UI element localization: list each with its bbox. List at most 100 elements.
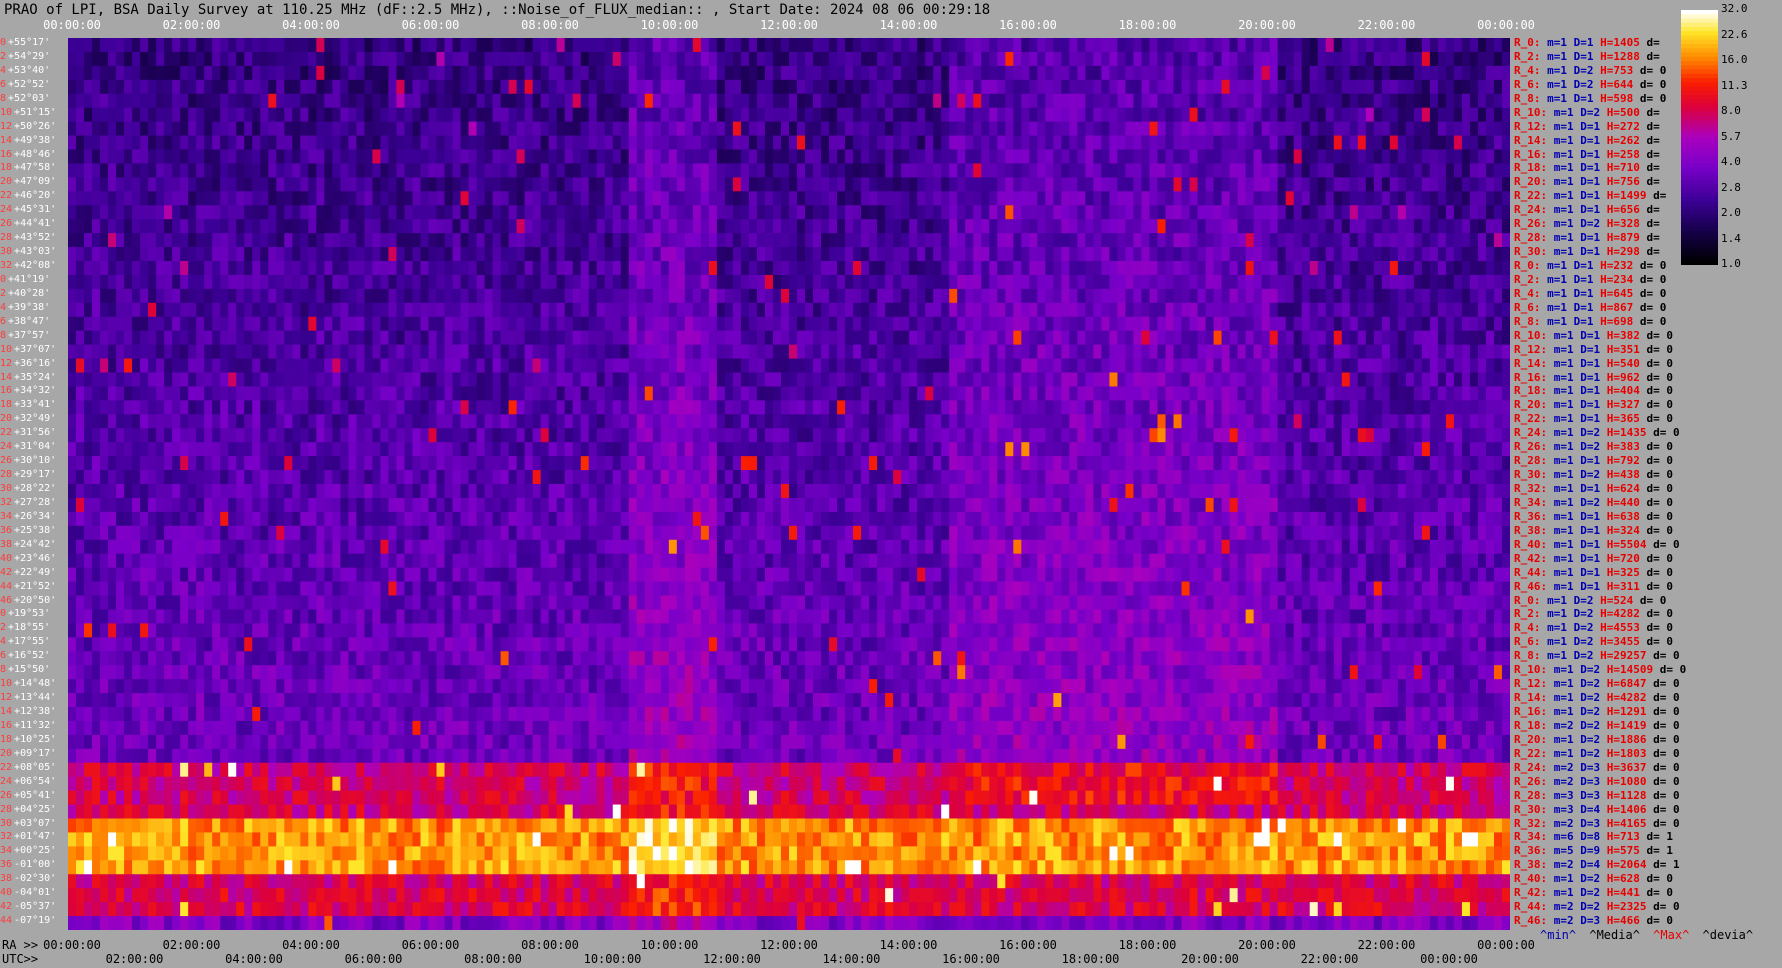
heatmap-cell bbox=[724, 135, 734, 150]
heatmap-cell bbox=[1477, 93, 1487, 109]
heatmap-cell bbox=[380, 93, 389, 109]
heatmap-cell bbox=[132, 121, 141, 137]
heatmap-cell bbox=[821, 400, 830, 415]
heatmap-cell bbox=[1341, 177, 1351, 192]
heatmap-cell bbox=[1453, 93, 1463, 109]
heatmap-cell bbox=[1157, 51, 1167, 67]
heatmap-cell bbox=[180, 38, 189, 53]
heatmap-cell bbox=[748, 274, 758, 290]
heatmap-cell bbox=[1429, 79, 1439, 95]
heatmap-cell bbox=[1461, 302, 1471, 318]
heatmap-cell bbox=[420, 344, 429, 360]
heatmap-cell bbox=[1325, 233, 1335, 248]
heatmap-cell bbox=[869, 274, 878, 290]
heatmap-cell bbox=[1053, 79, 1062, 95]
heatmap-cell bbox=[837, 205, 846, 220]
heatmap-cell bbox=[700, 233, 710, 248]
heatmap-cell bbox=[1237, 316, 1247, 332]
heatmap-cell bbox=[476, 344, 486, 360]
heatmap-cell bbox=[1461, 79, 1471, 95]
heatmap-cell bbox=[476, 93, 486, 109]
heatmap-cell bbox=[1469, 274, 1479, 290]
heatmap-cell bbox=[444, 330, 454, 346]
heatmap-cell bbox=[460, 372, 470, 387]
heatmap-cell bbox=[612, 163, 622, 178]
heatmap-cell bbox=[1301, 233, 1311, 248]
heatmap-cell bbox=[764, 205, 774, 220]
heatmap-cell bbox=[180, 191, 189, 206]
heatmap-cell bbox=[764, 51, 774, 67]
heatmap-cell bbox=[116, 330, 125, 346]
heatmap-cell bbox=[84, 288, 93, 304]
heatmap-cell bbox=[989, 233, 998, 248]
heatmap-cell bbox=[1061, 177, 1070, 192]
heatmap-cell bbox=[789, 219, 798, 234]
heatmap-cell bbox=[877, 274, 886, 290]
heatmap-cell bbox=[268, 247, 277, 262]
heatmap-cell bbox=[1245, 79, 1255, 95]
heatmap-cell bbox=[580, 274, 590, 290]
heatmap-cell bbox=[845, 316, 854, 332]
heatmap-cell bbox=[524, 274, 534, 290]
heatmap-cell bbox=[1333, 205, 1343, 220]
heatmap-cell bbox=[1477, 79, 1487, 95]
heatmap-cell bbox=[1053, 274, 1062, 290]
heatmap-cell bbox=[708, 386, 718, 401]
heatmap-cell bbox=[1437, 233, 1447, 248]
heatmap-cell bbox=[292, 79, 301, 95]
heatmap-cell bbox=[364, 302, 373, 318]
heatmap-cell bbox=[188, 79, 197, 95]
heatmap-cell bbox=[957, 121, 966, 137]
heatmap-cell bbox=[981, 330, 990, 346]
heatmap-cell bbox=[148, 177, 157, 192]
heatmap-cell bbox=[1341, 274, 1351, 290]
heatmap-cell bbox=[460, 344, 470, 360]
heatmap-cell bbox=[901, 372, 910, 387]
heatmap-cell bbox=[1253, 358, 1263, 373]
heatmap-cell bbox=[1141, 93, 1150, 109]
heatmap-cell bbox=[92, 386, 101, 401]
heatmap-cell bbox=[220, 344, 229, 360]
heatmap-cell bbox=[564, 219, 574, 234]
heatmap-cell bbox=[236, 233, 245, 248]
heatmap-cell bbox=[308, 163, 317, 178]
heatmap-cell bbox=[68, 400, 77, 415]
heatmap-cell bbox=[1405, 191, 1415, 206]
heatmap-cell bbox=[756, 386, 766, 401]
heatmap-cell bbox=[925, 274, 934, 290]
heatmap-cell bbox=[772, 93, 782, 109]
heatmap-cell bbox=[1421, 400, 1431, 415]
heatmap-cell bbox=[1333, 233, 1343, 248]
heatmap-cell bbox=[692, 330, 702, 346]
heatmap-cell bbox=[308, 247, 317, 262]
heatmap-cell bbox=[380, 233, 389, 248]
heatmap-cell bbox=[949, 65, 958, 81]
heatmap-cell bbox=[1157, 38, 1167, 53]
heatmap-cell bbox=[412, 51, 421, 67]
heatmap-cell bbox=[877, 177, 886, 192]
heatmap-cell bbox=[372, 51, 381, 67]
heatmap-cell bbox=[148, 233, 157, 248]
heatmap-cell bbox=[316, 316, 325, 332]
heatmap-cell bbox=[540, 316, 550, 332]
heatmap-cell bbox=[132, 261, 141, 276]
heatmap-cell bbox=[1285, 302, 1295, 318]
heatmap-cell bbox=[837, 177, 846, 192]
heatmap-cell bbox=[1053, 247, 1062, 262]
heatmap-cell bbox=[1285, 358, 1295, 373]
heatmap-cell bbox=[300, 302, 309, 318]
heatmap-cell bbox=[957, 247, 966, 262]
heatmap-cell bbox=[756, 149, 766, 164]
heatmap-cell bbox=[444, 38, 454, 53]
heatmap-cell bbox=[1317, 274, 1327, 290]
heatmap-cell bbox=[949, 316, 958, 332]
heatmap-cell bbox=[1301, 163, 1311, 178]
heatmap-cell bbox=[1109, 38, 1118, 53]
heatmap-cell bbox=[404, 274, 413, 290]
heatmap-cell bbox=[1309, 358, 1319, 373]
heatmap-cell bbox=[252, 163, 261, 178]
heatmap-cell bbox=[108, 261, 117, 276]
heatmap-cell bbox=[1237, 288, 1247, 304]
heatmap-cell bbox=[340, 107, 349, 123]
heatmap-cell bbox=[292, 121, 301, 137]
